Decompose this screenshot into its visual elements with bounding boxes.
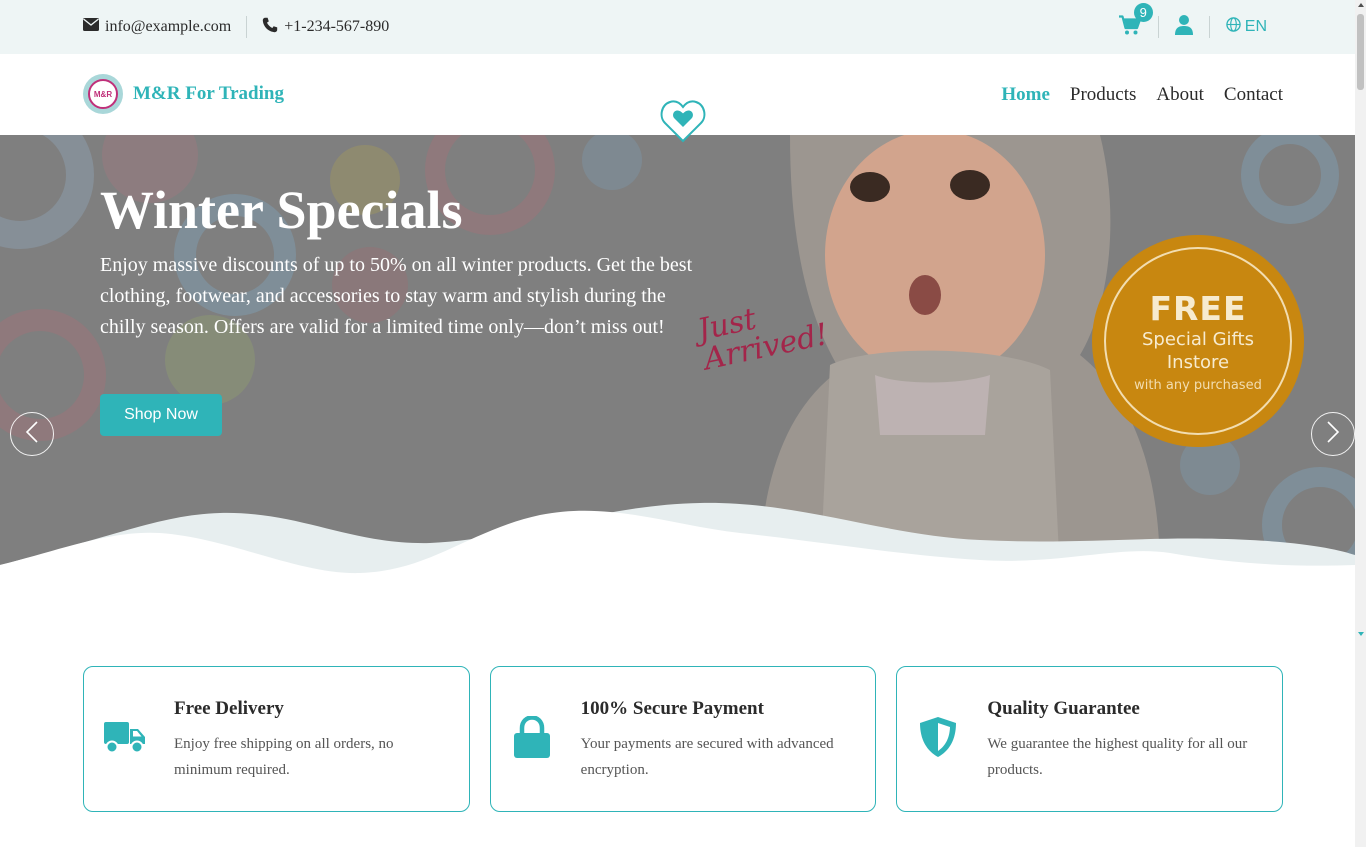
phone-icon [262, 17, 278, 38]
feature-title: 100% Secure Payment [580, 698, 764, 719]
topbar-actions: 9 EN [1118, 0, 1267, 54]
feature-card-payment: 100% Secure Payment Your payments are se… [489, 666, 877, 812]
hero-title: Winter Specials [100, 180, 463, 240]
feature-card-quality: Quality Guarantee We guarantee the highe… [896, 666, 1284, 812]
cart-button[interactable]: 9 [1118, 3, 1153, 39]
chevron-left-icon [25, 420, 39, 449]
contact-info: info@example.com +1-234-567-890 [83, 0, 389, 54]
scroll-up-arrow[interactable] [1358, 3, 1364, 7]
shop-now-button[interactable]: Shop Now [100, 394, 222, 436]
feature-title: Quality Guarantee [987, 698, 1140, 719]
logo-mark: M&R [88, 79, 118, 109]
email-link[interactable]: info@example.com [83, 18, 231, 36]
feature-description: Your payments are secured with advanced … [580, 736, 834, 778]
hero-description: Enjoy massive discounts of up to 50% on … [100, 254, 693, 338]
slider-prev-button[interactable] [10, 412, 54, 456]
chevron-right-icon [1326, 420, 1340, 449]
cart-count-badge: 9 [1133, 3, 1153, 22]
free-gifts-badge: FREE Special Gifts Instore with any purc… [1092, 235, 1304, 447]
brand-link[interactable]: M&R M&R For Trading [83, 74, 284, 114]
nav-contact[interactable]: Contact [1224, 84, 1283, 106]
scroll-down-arrow[interactable] [1358, 632, 1364, 636]
feature-title: Free Delivery [174, 698, 284, 719]
divider [1157, 16, 1159, 38]
lock-icon [511, 716, 553, 758]
divider [246, 16, 248, 38]
phone-text: +1-234-567-890 [284, 18, 390, 35]
nav-products[interactable]: Products [1070, 84, 1137, 106]
phone-link[interactable]: +1-234-567-890 [262, 17, 389, 38]
heart-decoration [659, 97, 707, 145]
slider-next-button[interactable] [1311, 412, 1355, 456]
topbar: info@example.com +1-234-567-890 9 EN [0, 0, 1355, 54]
truck-icon [104, 717, 146, 757]
user-icon [1174, 14, 1193, 39]
hero-slider: Just Arrived! FREE Special Gifts Instore… [0, 135, 1355, 575]
divider [1208, 16, 1210, 38]
envelope-icon [83, 18, 99, 36]
feature-description: Enjoy free shipping on all orders, no mi… [174, 736, 394, 778]
feature-description: We guarantee the highest quality for all… [987, 736, 1248, 778]
page-scrollbar[interactable] [1355, 0, 1366, 847]
shield-icon [917, 717, 959, 757]
scroll-thumb[interactable] [1357, 14, 1364, 90]
brand-name: M&R For Trading [133, 83, 284, 104]
globe-icon [1226, 17, 1241, 37]
feature-card-delivery: Free Delivery Enjoy free shipping on all… [83, 666, 470, 812]
features-section: Free Delivery Enjoy free shipping on all… [83, 666, 1284, 812]
language-label: EN [1244, 18, 1267, 35]
nav-about[interactable]: About [1156, 84, 1204, 106]
brand-logo: M&R [83, 74, 123, 114]
main-nav: Home Products About Contact [1001, 54, 1283, 135]
language-selector[interactable]: EN [1226, 17, 1267, 37]
email-text: info@example.com [105, 18, 232, 35]
heart-icon [660, 100, 706, 143]
nav-home[interactable]: Home [1001, 84, 1050, 106]
badge-ring [1104, 247, 1292, 435]
account-button[interactable] [1174, 14, 1193, 40]
